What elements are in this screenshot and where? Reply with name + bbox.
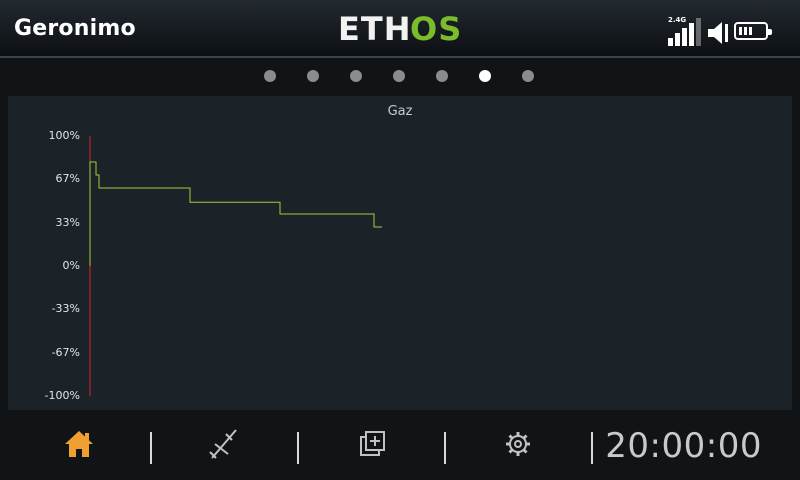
page-dot-1[interactable] <box>264 70 276 82</box>
logo-eth: ETH <box>338 10 412 48</box>
battery-icon <box>734 22 772 40</box>
separator <box>444 432 446 464</box>
chart-plot <box>89 136 382 396</box>
page-dot-6[interactable] <box>479 70 491 82</box>
displays-icon[interactable] <box>354 426 390 462</box>
page-indicator <box>0 62 800 90</box>
airplane-icon[interactable] <box>206 426 242 462</box>
page-dot-2[interactable] <box>307 70 319 82</box>
separator <box>591 432 593 464</box>
top-bar: Geronimo ETH OS 2.4G <box>0 0 800 56</box>
bottom-bar: 20:00:00 <box>0 410 800 480</box>
page-dot-7[interactable] <box>522 70 534 82</box>
page-dot-5[interactable] <box>436 70 448 82</box>
gear-icon[interactable] <box>500 426 536 462</box>
radio-band-label: 2.4G <box>668 16 687 24</box>
page-dot-3[interactable] <box>350 70 362 82</box>
series-line-1 <box>89 161 382 266</box>
page-dot-4[interactable] <box>393 70 405 82</box>
timer[interactable]: 20:00:00 <box>605 426 762 466</box>
telemetry-chart-panel: Gaz 100% 67% 33% 0% -33% -67% -100% <box>8 96 792 410</box>
model-name[interactable]: Geronimo <box>14 16 136 41</box>
signal-icon: 2.4G <box>668 16 702 46</box>
home-icon[interactable] <box>61 426 97 462</box>
top-divider <box>0 56 800 58</box>
separator <box>297 432 299 464</box>
speaker-icon[interactable] <box>706 20 730 46</box>
logo-os: OS <box>410 10 463 48</box>
separator <box>150 432 152 464</box>
status-area: 2.4G <box>668 16 788 46</box>
ethos-logo: ETH OS <box>338 10 462 50</box>
